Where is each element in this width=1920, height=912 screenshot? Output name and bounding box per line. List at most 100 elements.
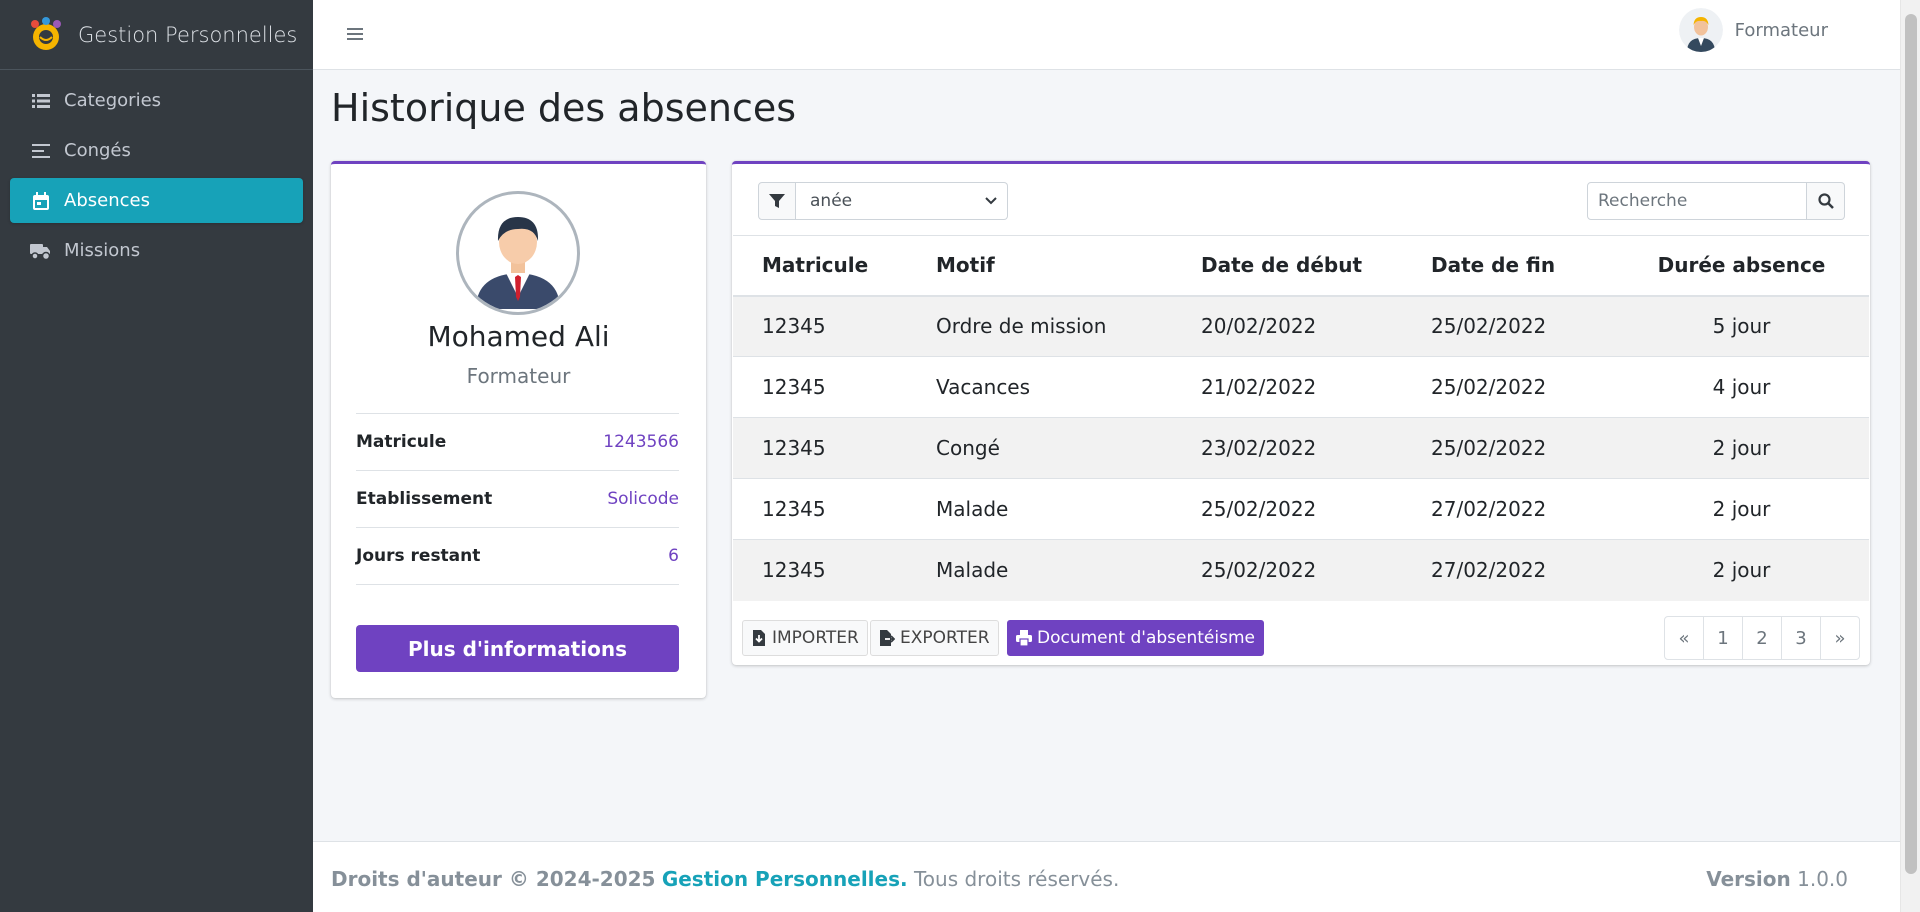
footer-brand-link[interactable]: Gestion Personnelles. (662, 867, 908, 891)
cell-date-debut: 25/02/2022 (1172, 478, 1402, 540)
bars-icon (30, 140, 52, 162)
column-header-date-debut[interactable]: Date de début (1172, 235, 1402, 297)
profile-avatar-icon (462, 197, 574, 309)
user-avatar (1678, 8, 1723, 52)
profile-info-list: Matricule 1243566 Etablissement Solicode… (356, 413, 679, 585)
profile-card: Mohamed Ali Formateur Matricule 1243566 … (331, 161, 706, 698)
brand-link[interactable]: Gestion Personnelles (0, 0, 313, 70)
version-number: 1.0.0 (1797, 867, 1848, 891)
page-scrollbar[interactable] (1900, 0, 1920, 912)
cell-matricule: 12345 (733, 417, 907, 479)
info-value: 1243566 (603, 432, 679, 452)
info-value: Solicode (607, 489, 679, 509)
chevron-down-icon (985, 197, 997, 205)
page-title: Historique des absences (331, 86, 797, 130)
filter-button[interactable] (758, 182, 796, 220)
search-icon (1817, 193, 1834, 209)
info-row-jours-restant: Jours restant 6 (356, 528, 679, 585)
filter-icon (769, 194, 785, 208)
absenteeism-document-button[interactable]: Document d'absentéisme (1007, 620, 1264, 656)
cell-duree: 2 jour (1614, 539, 1869, 601)
search-group: Recherche (1587, 182, 1845, 220)
import-label: IMPORTER (772, 628, 859, 648)
more-info-button[interactable]: Plus d'informations (356, 625, 679, 672)
pagination-next[interactable]: » (1820, 616, 1860, 660)
table-row[interactable]: 12345 Malade 25/02/2022 27/02/2022 2 jou… (733, 539, 1869, 601)
file-import-icon (753, 630, 765, 646)
pagination-page-3[interactable]: 3 (1781, 616, 1821, 660)
pagination-prev[interactable]: « (1664, 616, 1704, 660)
user-menu[interactable]: Formateur (1678, 8, 1828, 52)
document-label: Document d'absentéisme (1037, 628, 1255, 648)
cell-motif: Congé (907, 417, 1172, 479)
cell-date-debut: 23/02/2022 (1172, 417, 1402, 479)
cell-matricule: 12345 (733, 478, 907, 540)
version-label: Version (1706, 867, 1791, 891)
info-label: Jours restant (356, 546, 481, 566)
info-row-matricule: Matricule 1243566 (356, 414, 679, 471)
sidebar-item-label: Missions (64, 240, 141, 261)
footer-copyright: Droits d'auteur © 2024-2025 Gestion Pers… (331, 867, 1119, 891)
cell-date-fin: 25/02/2022 (1402, 295, 1614, 357)
profile-role: Formateur (466, 364, 571, 388)
table-row[interactable]: 12345 Congé 23/02/2022 25/02/2022 2 jour (733, 417, 1869, 479)
pagination-page-1[interactable]: 1 (1703, 616, 1743, 660)
cell-duree: 5 jour (1614, 295, 1869, 357)
print-icon (1016, 630, 1032, 646)
profile-avatar (456, 191, 580, 315)
cell-duree: 2 jour (1614, 478, 1869, 540)
absences-table-card: anée Recherche Matricule Motif Date de d… (732, 161, 1870, 665)
calendar-icon (30, 190, 52, 212)
cell-matricule: 12345 (733, 295, 907, 357)
pagination-page-2[interactable]: 2 (1742, 616, 1782, 660)
column-header-motif[interactable]: Motif (907, 235, 1172, 297)
sidebar: Gestion Personnelles Categories Congés A… (0, 0, 313, 912)
top-navbar: Formateur (313, 0, 1900, 70)
page-footer: Droits d'auteur © 2024-2025 Gestion Pers… (313, 841, 1900, 912)
brand-name: Gestion Personnelles (78, 22, 298, 47)
cell-duree: 4 jour (1614, 356, 1869, 418)
year-filter-select[interactable]: anée (796, 182, 1008, 220)
filter-group: anée (758, 182, 1008, 220)
column-header-date-fin[interactable]: Date de fin (1402, 235, 1614, 297)
column-header-duree[interactable]: Durée absence (1614, 235, 1869, 297)
user-avatar-icon (1678, 8, 1723, 52)
hamburger-menu-icon[interactable] (343, 22, 367, 46)
export-button[interactable]: EXPORTER (870, 620, 999, 656)
sidebar-item-label: Congés (64, 140, 131, 161)
cell-date-fin: 25/02/2022 (1402, 417, 1614, 479)
column-header-matricule[interactable]: Matricule (733, 235, 907, 297)
table-row[interactable]: 12345 Malade 25/02/2022 27/02/2022 2 jou… (733, 478, 1869, 540)
cell-date-debut: 25/02/2022 (1172, 539, 1402, 601)
sidebar-item-label: Absences (64, 190, 150, 211)
cell-motif: Malade (907, 539, 1172, 601)
brand-logo-icon (31, 16, 61, 50)
absences-table: Matricule Motif Date de début Date de fi… (733, 235, 1869, 601)
cell-date-fin: 27/02/2022 (1402, 539, 1614, 601)
export-label: EXPORTER (900, 628, 990, 648)
table-header-row: Matricule Motif Date de début Date de fi… (733, 235, 1869, 297)
rights-text: Tous droits réservés. (913, 867, 1120, 891)
year-filter-value: anée (810, 191, 853, 211)
sidebar-item-conges[interactable]: Congés (10, 128, 303, 173)
cell-date-debut: 21/02/2022 (1172, 356, 1402, 418)
info-label: Etablissement (356, 489, 493, 509)
sidebar-item-label: Categories (64, 90, 162, 111)
sidebar-item-categories[interactable]: Categories (10, 78, 303, 123)
truck-icon (30, 240, 52, 262)
search-button[interactable] (1807, 182, 1845, 220)
import-button[interactable]: IMPORTER (742, 620, 868, 656)
search-input[interactable]: Recherche (1587, 182, 1807, 220)
cell-motif: Malade (907, 478, 1172, 540)
sidebar-item-absences[interactable]: Absences (10, 178, 303, 223)
cell-date-debut: 20/02/2022 (1172, 295, 1402, 357)
cell-duree: 2 jour (1614, 417, 1869, 479)
table-row[interactable]: 12345 Vacances 21/02/2022 25/02/2022 4 j… (733, 356, 1869, 418)
cell-motif: Ordre de mission (907, 295, 1172, 357)
scrollbar-thumb[interactable] (1905, 14, 1917, 874)
cell-date-fin: 25/02/2022 (1402, 356, 1614, 418)
file-export-icon (880, 630, 895, 646)
sidebar-item-missions[interactable]: Missions (10, 228, 303, 273)
table-row[interactable]: 12345 Ordre de mission 20/02/2022 25/02/… (733, 295, 1869, 357)
pagination: « 1 2 3 » (1664, 616, 1860, 660)
